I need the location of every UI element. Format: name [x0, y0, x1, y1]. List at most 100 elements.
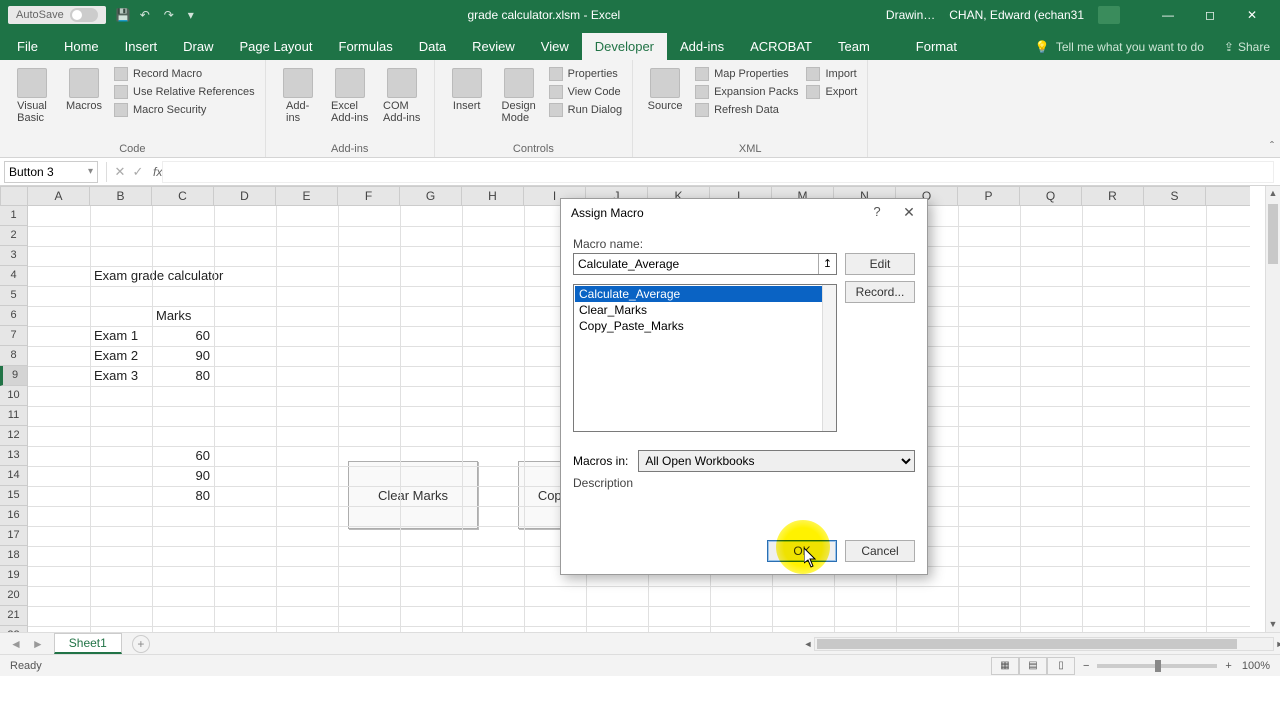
qat-customize-icon[interactable]: ▾	[188, 8, 202, 22]
maximize-button[interactable]: ◻	[1190, 3, 1230, 27]
cell-b7[interactable]: Exam 1	[90, 326, 152, 346]
column-header-h[interactable]: H	[462, 187, 524, 205]
cell-c9[interactable]: 80	[152, 366, 214, 386]
tab-review[interactable]: Review	[459, 33, 528, 60]
user-avatar-icon[interactable]	[1098, 6, 1120, 24]
tab-format[interactable]: Format	[903, 33, 970, 60]
tab-formulas[interactable]: Formulas	[326, 33, 406, 60]
sheet-nav-next-icon[interactable]: ►	[32, 637, 44, 651]
column-header-b[interactable]: B	[90, 187, 152, 205]
scroll-down-icon[interactable]: ▼	[1266, 617, 1280, 632]
cancel-formula-icon[interactable]: ✕	[111, 164, 129, 180]
row-header-22[interactable]: 22	[0, 626, 27, 632]
save-icon[interactable]: 💾	[116, 8, 130, 22]
view-page-layout-button[interactable]: ▤	[1019, 657, 1047, 675]
row-header-19[interactable]: 19	[0, 566, 27, 586]
close-window-button[interactable]: ✕	[1232, 3, 1272, 27]
view-normal-button[interactable]: ▦	[991, 657, 1019, 675]
row-header-15[interactable]: 15	[0, 486, 27, 506]
zoom-slider[interactable]	[1097, 664, 1217, 668]
row-header-13[interactable]: 13	[0, 446, 27, 466]
row-header-10[interactable]: 10	[0, 386, 27, 406]
record-macro-button[interactable]: Record Macro	[112, 66, 257, 82]
scroll-up-icon[interactable]: ▲	[1266, 186, 1280, 201]
row-header-16[interactable]: 16	[0, 506, 27, 526]
cell-b8[interactable]: Exam 2	[90, 346, 152, 366]
macro-security-button[interactable]: Macro Security	[112, 102, 257, 118]
cell-c14[interactable]: 90	[152, 466, 214, 486]
cell-c7[interactable]: 60	[152, 326, 214, 346]
edit-button[interactable]: Edit	[845, 253, 915, 275]
row-header-2[interactable]: 2	[0, 226, 27, 246]
column-header-r[interactable]: R	[1082, 187, 1144, 205]
formula-input[interactable]	[162, 161, 1274, 183]
source-button[interactable]: Source	[641, 64, 689, 112]
collapse-ribbon-button[interactable]: ˆ	[1270, 139, 1274, 153]
excel-addins-button[interactable]: Excel Add-ins	[326, 64, 374, 124]
macro-item-1[interactable]: Clear_Marks	[575, 302, 835, 318]
zoom-level[interactable]: 100%	[1242, 660, 1270, 672]
sheet-tab-sheet1[interactable]: Sheet1	[54, 633, 122, 654]
row-header-18[interactable]: 18	[0, 546, 27, 566]
use-relative-references-button[interactable]: Use Relative References	[112, 84, 257, 100]
cell-c13[interactable]: 60	[152, 446, 214, 466]
column-header-f[interactable]: F	[338, 187, 400, 205]
row-header-17[interactable]: 17	[0, 526, 27, 546]
row-header-14[interactable]: 14	[0, 466, 27, 486]
macro-list[interactable]: Calculate_Average Clear_Marks Copy_Paste…	[573, 284, 837, 432]
row-header-12[interactable]: 12	[0, 426, 27, 446]
row-header-11[interactable]: 11	[0, 406, 27, 426]
row-header-20[interactable]: 20	[0, 586, 27, 606]
undo-icon[interactable]: ↶	[140, 8, 154, 22]
cell-c8[interactable]: 90	[152, 346, 214, 366]
hscrollbar-thumb[interactable]	[817, 639, 1237, 649]
macros-button[interactable]: Macros	[60, 64, 108, 112]
row-header-6[interactable]: 6	[0, 306, 27, 326]
tab-page-layout[interactable]: Page Layout	[227, 33, 326, 60]
column-header-a[interactable]: A	[28, 187, 90, 205]
insert-control-button[interactable]: Insert	[443, 64, 491, 112]
cell-b9[interactable]: Exam 3	[90, 366, 152, 386]
column-header-g[interactable]: G	[400, 187, 462, 205]
expansion-packs-button[interactable]: Expansion Packs	[693, 84, 800, 100]
share-button[interactable]: ⇪ Share	[1214, 34, 1280, 60]
import-button[interactable]: Import	[804, 66, 859, 82]
tab-data[interactable]: Data	[406, 33, 459, 60]
fx-icon[interactable]: fx	[153, 165, 162, 179]
row-header-9[interactable]: 9	[0, 366, 27, 386]
tab-add-ins[interactable]: Add-ins	[667, 33, 737, 60]
select-all-button[interactable]	[0, 186, 28, 206]
macros-in-select[interactable]: All Open Workbooks	[638, 450, 915, 472]
cell-c15[interactable]: 80	[152, 486, 214, 506]
row-header-3[interactable]: 3	[0, 246, 27, 266]
macro-item-0[interactable]: Calculate_Average	[575, 286, 835, 302]
record-button[interactable]: Record...	[845, 281, 915, 303]
cell-c6-header[interactable]: Marks	[152, 306, 214, 326]
name-box-dropdown-icon[interactable]: ▾	[88, 166, 93, 177]
view-page-break-button[interactable]: ▯	[1047, 657, 1075, 675]
refresh-data-button[interactable]: Refresh Data	[693, 102, 800, 118]
name-box[interactable]: Button 3 ▾	[4, 161, 98, 183]
minimize-button[interactable]: —	[1148, 3, 1188, 27]
column-header-d[interactable]: D	[214, 187, 276, 205]
cancel-button[interactable]: Cancel	[845, 540, 915, 562]
horizontal-scrollbar[interactable]: ◄ ►	[814, 637, 1274, 651]
tab-file[interactable]: File	[4, 33, 51, 60]
zoom-in-button[interactable]: +	[1225, 660, 1231, 672]
ok-button[interactable]: OK	[767, 540, 837, 562]
row-header-5[interactable]: 5	[0, 286, 27, 306]
scroll-left-icon[interactable]: ◄	[801, 638, 815, 650]
tab-team[interactable]: Team	[825, 33, 883, 60]
row-header-4[interactable]: 4	[0, 266, 27, 286]
column-header-q[interactable]: Q	[1020, 187, 1082, 205]
column-header-c[interactable]: C	[152, 187, 214, 205]
clear-marks-button[interactable]: Clear Marks	[348, 461, 478, 529]
export-button[interactable]: Export	[804, 84, 859, 100]
tab-developer[interactable]: Developer	[582, 33, 667, 60]
row-header-8[interactable]: 8	[0, 346, 27, 366]
column-header-s[interactable]: S	[1144, 187, 1206, 205]
scrollbar-thumb[interactable]	[1268, 204, 1278, 264]
design-mode-button[interactable]: Design Mode	[495, 64, 543, 124]
tell-me-search[interactable]: 💡 Tell me what you want to do	[1025, 34, 1214, 60]
tab-home[interactable]: Home	[51, 33, 112, 60]
